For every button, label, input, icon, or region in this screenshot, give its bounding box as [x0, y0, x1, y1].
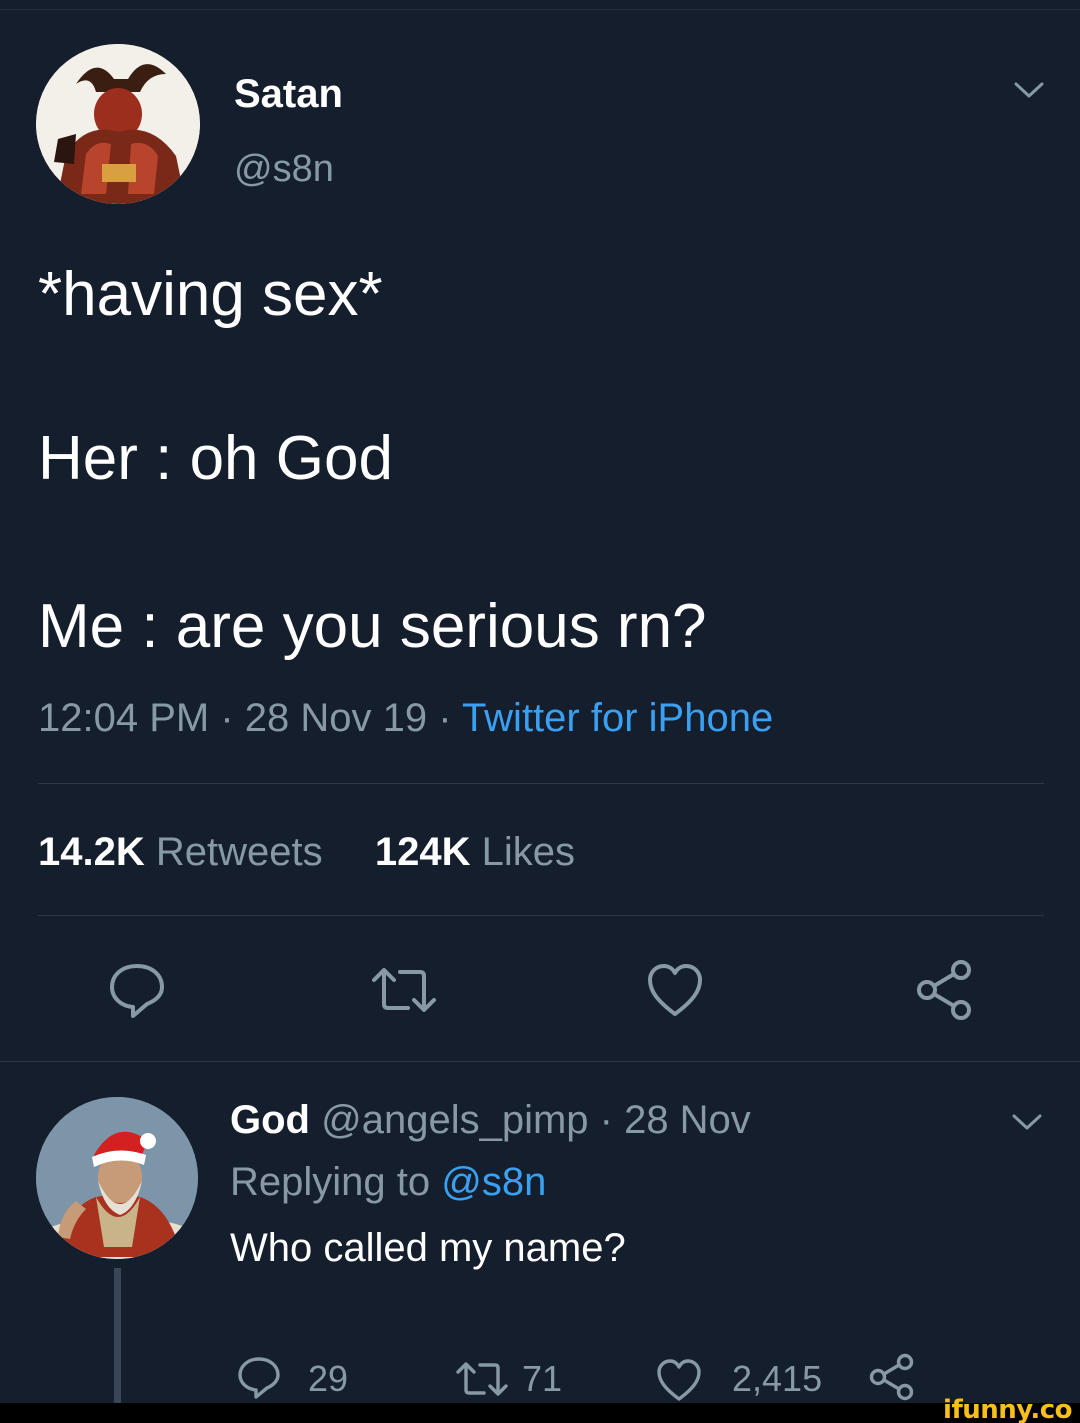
- retweet-icon[interactable]: [454, 1358, 510, 1400]
- retweet-icon[interactable]: [368, 962, 440, 1018]
- likes-label: Likes: [470, 830, 575, 874]
- tweet-line-1: *having sex*: [38, 260, 383, 329]
- like-count: 2,415: [732, 1358, 823, 1399]
- share-icon[interactable]: [914, 958, 974, 1022]
- divider: [38, 915, 1044, 916]
- author-handle[interactable]: @s8n: [234, 148, 334, 191]
- share-icon[interactable]: [868, 1352, 916, 1402]
- god-avatar[interactable]: [36, 1097, 198, 1259]
- reply-author-handle[interactable]: @angels_pimp · 28 Nov: [310, 1098, 751, 1142]
- chevron-down-icon[interactable]: [1012, 78, 1046, 102]
- footer-bar: [0, 1403, 1080, 1423]
- reply-author-name[interactable]: God: [230, 1098, 310, 1142]
- replying-to-prefix: Replying to: [230, 1160, 442, 1204]
- reply-icon[interactable]: [107, 962, 167, 1020]
- tweet-meta: 12:04 PM · 28 Nov 19 · Twitter for iPhon…: [38, 696, 773, 741]
- retweets-label: Retweets: [144, 830, 323, 874]
- like-icon[interactable]: [646, 962, 704, 1018]
- top-divider: [0, 0, 1080, 10]
- reply-icon[interactable]: [236, 1356, 282, 1400]
- divider: [38, 783, 1044, 784]
- watermark: ifunny.co: [943, 1395, 1072, 1423]
- reply-text: Who called my name?: [230, 1226, 626, 1270]
- like-icon[interactable]: [656, 1358, 702, 1402]
- replying-to: Replying to @s8n: [230, 1160, 546, 1205]
- satan-avatar[interactable]: [36, 44, 200, 204]
- tweet-source-link[interactable]: Twitter for iPhone: [462, 696, 773, 740]
- section-divider: [0, 1061, 1080, 1062]
- tweet-timestamp: 12:04 PM · 28 Nov 19 ·: [38, 696, 462, 740]
- likes-stat[interactable]: 124K Likes: [375, 830, 575, 874]
- replying-to-mention[interactable]: @s8n: [441, 1160, 546, 1204]
- tweet-line-2: Her : oh God: [38, 424, 393, 493]
- author-name[interactable]: Satan: [234, 72, 343, 117]
- reply-count: 29: [308, 1358, 349, 1399]
- tweet-stats: 14.2K Retweets 124K Likes: [38, 830, 575, 875]
- retweet-count: 71: [522, 1358, 563, 1399]
- retweets-count: 14.2K: [38, 830, 145, 874]
- chevron-down-icon[interactable]: [1010, 1110, 1044, 1134]
- tweet-line-3: Me : are you serious rn?: [38, 592, 707, 661]
- retweets-stat[interactable]: 14.2K Retweets: [38, 830, 323, 874]
- thread-line: [114, 1268, 121, 1403]
- likes-count: 124K: [374, 830, 471, 874]
- reply-header: God @angels_pimp · 28 Nov: [230, 1098, 751, 1143]
